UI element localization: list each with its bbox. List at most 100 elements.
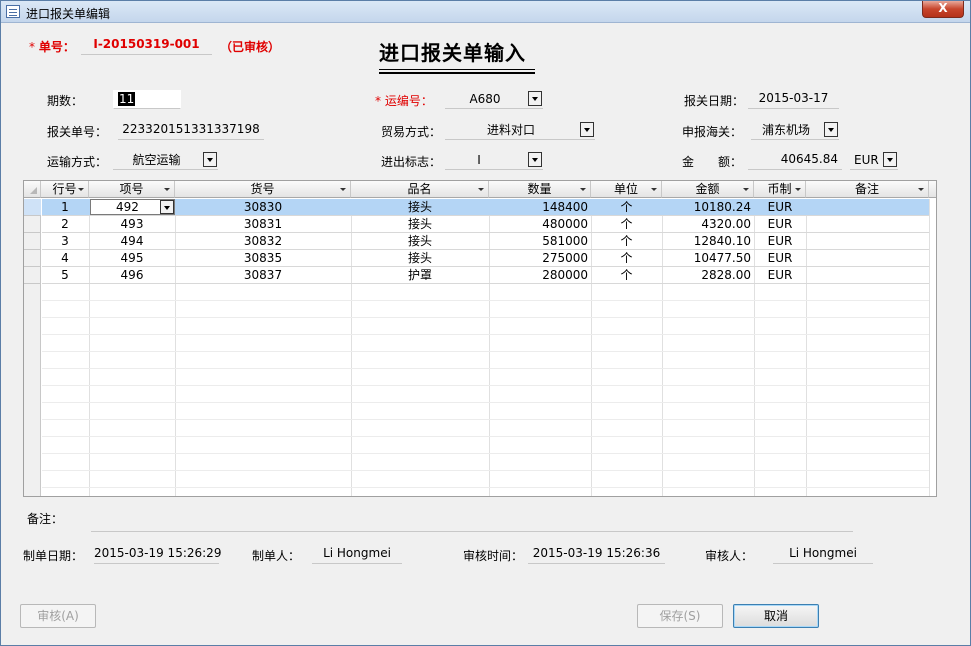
period-selected-text: 11 bbox=[118, 92, 136, 106]
cell-item-no[interactable]: 496 bbox=[89, 267, 175, 284]
chevron-down-icon[interactable] bbox=[528, 152, 542, 167]
cancel-button[interactable]: 取消 bbox=[733, 604, 819, 628]
row-selector[interactable] bbox=[24, 216, 41, 233]
close-button[interactable]: X bbox=[922, 1, 964, 18]
cell-product-name[interactable]: 接头 bbox=[351, 250, 489, 267]
doc-no-label: * 单号： bbox=[29, 40, 75, 54]
trade-mode-combo[interactable]: 进料对口 bbox=[445, 121, 595, 140]
column-header[interactable]: 币制 bbox=[754, 181, 806, 198]
column-header[interactable]: 单位 bbox=[591, 181, 662, 198]
cell-quantity[interactable]: 148400 bbox=[489, 199, 591, 216]
currency-combo[interactable]: EUR bbox=[850, 151, 898, 170]
declare-no-label: 报关单号： bbox=[47, 125, 108, 139]
currency-value: EUR bbox=[854, 153, 879, 167]
declare-date-input[interactable]: 2015-03-17 bbox=[748, 90, 839, 109]
cell-part-no[interactable]: 30830 bbox=[175, 199, 351, 216]
cell-unit[interactable]: 个 bbox=[591, 199, 662, 216]
cell-amount[interactable]: 10477.50 bbox=[662, 250, 754, 267]
remark-label: 备注： bbox=[27, 512, 64, 526]
chevron-down-icon[interactable] bbox=[528, 91, 542, 106]
title-underline-thick bbox=[379, 72, 535, 74]
item-no-combo[interactable]: 492 bbox=[90, 199, 175, 215]
cell-unit[interactable]: 个 bbox=[591, 233, 662, 250]
declare-no-input[interactable]: 223320151331337198 bbox=[118, 121, 264, 140]
chevron-down-icon[interactable] bbox=[160, 200, 174, 214]
select-all-corner[interactable] bbox=[24, 181, 41, 198]
chevron-down-icon[interactable] bbox=[824, 122, 838, 137]
status-badge: （已审核） bbox=[220, 40, 281, 54]
cell-product-name[interactable]: 接头 bbox=[351, 216, 489, 233]
customs-value: 浦东机场 bbox=[761, 123, 810, 137]
cell-part-no[interactable]: 30837 bbox=[175, 267, 351, 284]
cell-item-no[interactable]: 493 bbox=[89, 216, 175, 233]
audit-button[interactable]: 审核(A) bbox=[20, 604, 96, 628]
cell-unit[interactable]: 个 bbox=[591, 216, 662, 233]
detail-grid[interactable]: 行号 项号 货号 品名 数量 单位 金额 币制 备注 1 492 30830 接头 14… bbox=[23, 180, 937, 497]
column-header[interactable]: 金额 bbox=[662, 181, 754, 198]
column-header[interactable]: 货号 bbox=[175, 181, 351, 198]
cell-product-name[interactable]: 接头 bbox=[351, 199, 489, 216]
cell-row-no[interactable]: 3 bbox=[41, 233, 89, 250]
cell-remark[interactable] bbox=[806, 267, 929, 284]
cell-quantity[interactable]: 280000 bbox=[489, 267, 591, 284]
customs-combo[interactable]: 浦东机场 bbox=[751, 121, 839, 140]
cell-remark[interactable] bbox=[806, 216, 929, 233]
cell-unit[interactable]: 个 bbox=[591, 250, 662, 267]
cell-unit[interactable]: 个 bbox=[591, 267, 662, 284]
cell-row-no[interactable]: 2 bbox=[41, 216, 89, 233]
cell-row-no[interactable]: 5 bbox=[41, 267, 89, 284]
row-selector[interactable] bbox=[24, 233, 41, 250]
cell-part-no[interactable]: 30835 bbox=[175, 250, 351, 267]
transport-combo[interactable]: 航空运输 bbox=[113, 151, 218, 170]
cell-currency[interactable]: EUR bbox=[754, 250, 806, 267]
empty-row-line bbox=[42, 385, 929, 386]
column-header[interactable]: 备注 bbox=[806, 181, 929, 198]
column-header[interactable]: 行号 bbox=[41, 181, 89, 198]
cell-currency[interactable]: EUR bbox=[754, 216, 806, 233]
column-header[interactable]: 品名 bbox=[351, 181, 489, 198]
auditor-value: Li Hongmei bbox=[773, 545, 873, 564]
cell-remark[interactable] bbox=[806, 250, 929, 267]
cell-remark[interactable] bbox=[806, 199, 929, 216]
row-selector[interactable] bbox=[24, 267, 41, 284]
io-flag-combo[interactable]: I bbox=[445, 151, 543, 170]
empty-row-line bbox=[42, 487, 929, 488]
column-header[interactable]: 数量 bbox=[489, 181, 591, 198]
cell-part-no[interactable]: 30832 bbox=[175, 233, 351, 250]
cell-product-name[interactable]: 接头 bbox=[351, 233, 489, 250]
cell-currency[interactable]: EUR bbox=[754, 199, 806, 216]
cell-amount[interactable]: 2828.00 bbox=[662, 267, 754, 284]
period-input[interactable]: 11 bbox=[113, 90, 181, 109]
cell-item-no[interactable]: 494 bbox=[89, 233, 175, 250]
cell-row-no[interactable]: 4 bbox=[41, 250, 89, 267]
cell-amount[interactable]: 12840.10 bbox=[662, 233, 754, 250]
cell-quantity[interactable]: 581000 bbox=[489, 233, 591, 250]
empty-row-line bbox=[42, 334, 929, 335]
chevron-down-icon[interactable] bbox=[883, 152, 897, 167]
chevron-down-icon[interactable] bbox=[203, 152, 217, 167]
row-selector[interactable] bbox=[24, 199, 41, 216]
cell-quantity[interactable]: 275000 bbox=[489, 250, 591, 267]
empty-row-line bbox=[42, 402, 929, 403]
shipping-no-combo[interactable]: A680 bbox=[445, 90, 543, 109]
cell-quantity[interactable]: 480000 bbox=[489, 216, 591, 233]
cell-product-name[interactable]: 护罩 bbox=[351, 267, 489, 284]
column-header[interactable]: 项号 bbox=[89, 181, 175, 198]
cell-currency[interactable]: EUR bbox=[754, 233, 806, 250]
col-line bbox=[929, 199, 930, 496]
cell-item-no[interactable]: 495 bbox=[89, 250, 175, 267]
cell-amount[interactable]: 10180.24 bbox=[662, 199, 754, 216]
page-title: 进口报关单输入 bbox=[379, 41, 526, 65]
cell-remark[interactable] bbox=[806, 233, 929, 250]
empty-row-line bbox=[42, 368, 929, 369]
creator-label: 制单人： bbox=[252, 549, 301, 563]
audit-time-label: 审核时间： bbox=[463, 549, 524, 563]
chevron-down-icon[interactable] bbox=[580, 122, 594, 137]
cell-amount[interactable]: 4320.00 bbox=[662, 216, 754, 233]
cell-row-no[interactable]: 1 bbox=[41, 199, 89, 216]
remark-input[interactable] bbox=[91, 513, 853, 532]
cell-currency[interactable]: EUR bbox=[754, 267, 806, 284]
save-button[interactable]: 保存(S) bbox=[637, 604, 723, 628]
row-selector[interactable] bbox=[24, 250, 41, 267]
cell-part-no[interactable]: 30831 bbox=[175, 216, 351, 233]
